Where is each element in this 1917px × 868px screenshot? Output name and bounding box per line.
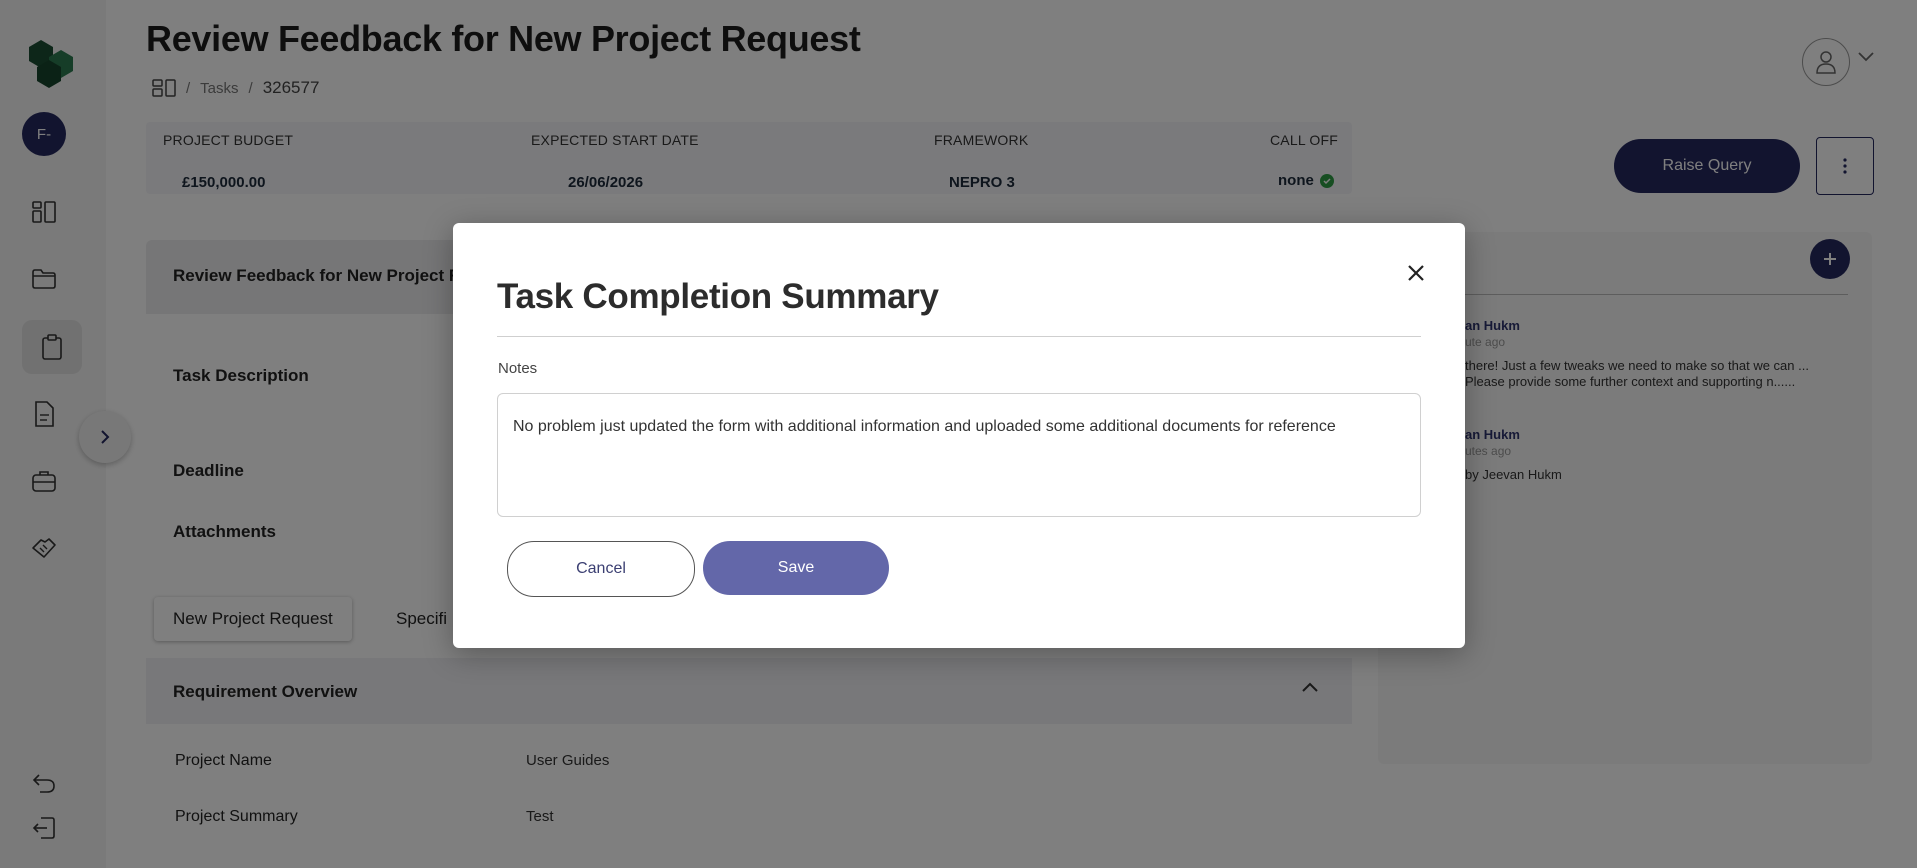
save-button[interactable]: Save (703, 541, 889, 595)
close-button[interactable] (1401, 258, 1431, 288)
notes-label: Notes (498, 360, 538, 377)
close-icon (1407, 264, 1425, 282)
modal-divider (497, 336, 1421, 337)
task-completion-modal: Task Completion Summary Notes No problem… (453, 223, 1465, 648)
modal-title: Task Completion Summary (497, 277, 939, 316)
notes-textarea[interactable]: No problem just updated the form with ad… (497, 393, 1421, 517)
cancel-button[interactable]: Cancel (507, 541, 695, 597)
